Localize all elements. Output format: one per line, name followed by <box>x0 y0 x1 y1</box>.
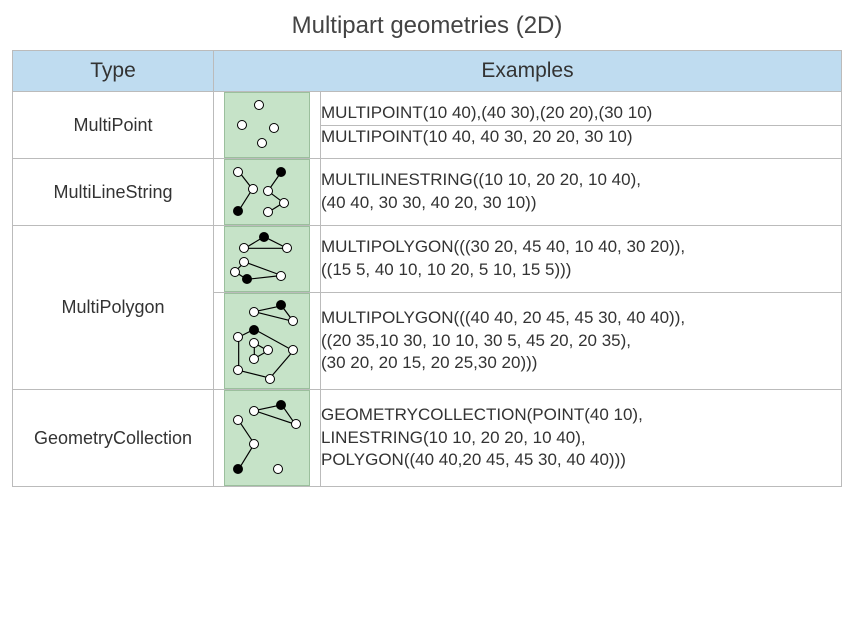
type-geometrycollection: GeometryCollection <box>13 390 214 487</box>
header-examples: Examples <box>214 51 842 92</box>
multilinestring-swatch <box>224 159 310 225</box>
multipolygon-ex1: MULTIPOLYGON(((30 20, 45 40, 10 40, 30 2… <box>321 226 842 293</box>
table-row-geometrycollection: GeometryCollection GEOMETRYCOLLECTION <box>13 390 842 487</box>
geometrycollection-swatch <box>224 390 310 486</box>
type-multipoint: MultiPoint <box>13 92 214 159</box>
type-multilinestring: MultiLineString <box>13 159 214 226</box>
geometry-table: Type Examples MultiPoint MULTIPOINT(10 4… <box>12 50 842 487</box>
table-row-multipoint: MultiPoint MULTIPOINT(10 40),(40 30),(20… <box>13 92 842 159</box>
page-title: Multipart geometries (2D) <box>12 12 842 40</box>
multipoint-swatch <box>224 92 310 158</box>
multipoint-ex2: MULTIPOINT(10 40, 40 30, 20 20, 30 10) <box>321 125 841 148</box>
multilinestring-ex: MULTILINESTRING((10 10, 20 20, 10 40), (… <box>321 159 842 226</box>
multipolygon-swatch-2 <box>224 293 310 389</box>
geometrycollection-ex: GEOMETRYCOLLECTION(POINT(40 10), LINESTR… <box>321 390 842 487</box>
multipoint-ex1: MULTIPOINT(10 40),(40 30),(20 20),(30 10… <box>321 102 841 125</box>
header-type: Type <box>13 51 214 92</box>
multipolygon-swatch-1 <box>224 226 310 292</box>
table-row-multipolygon: MultiPolygon <box>13 226 842 390</box>
type-multipolygon: MultiPolygon <box>13 226 214 390</box>
table-row-multilinestring: MultiLineString MULTILINESTRING((10 1 <box>13 159 842 226</box>
multipolygon-ex2: MULTIPOLYGON(((40 40, 20 45, 45 30, 40 4… <box>321 293 842 390</box>
